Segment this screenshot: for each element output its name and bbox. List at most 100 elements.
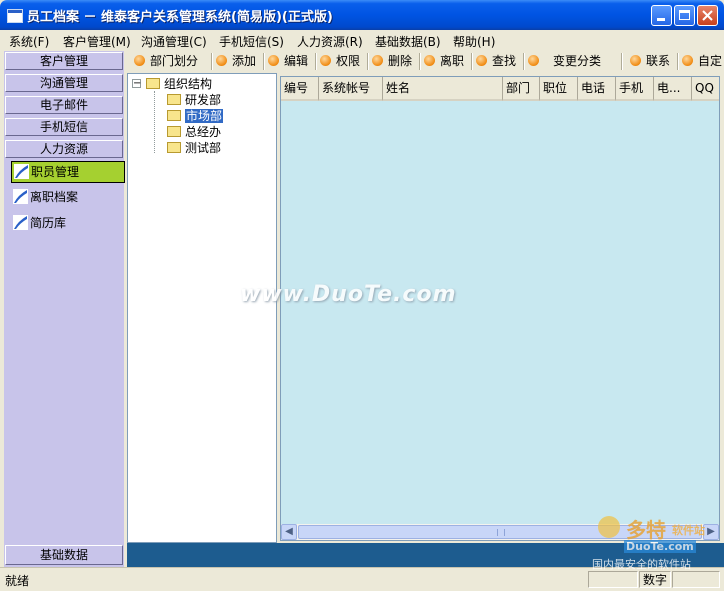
- orange-circle-icon: [134, 55, 145, 66]
- logo-main: 多特: [626, 518, 666, 542]
- tree-guide-line: [154, 91, 155, 153]
- toolbar-separator: [211, 53, 213, 70]
- nav-sub-label: 职员管理: [31, 165, 80, 179]
- watermark-text: www.DuoTe.com: [240, 282, 457, 307]
- logo-sub: 软件站: [672, 524, 705, 537]
- org-tree: − 组织结构 研发部 市场部 总经办 测试部: [127, 73, 277, 543]
- toolbar-edit-button[interactable]: 编辑: [268, 51, 308, 72]
- title-bar[interactable]: 员工档案 － 维泰客户关系管理系统(简易版)(正式版): [0, 0, 724, 30]
- toolbar-separator: [523, 53, 525, 70]
- menu-customer[interactable]: 客户管理(M): [63, 33, 131, 50]
- toolbar-label: 自定: [698, 54, 723, 68]
- toolbar: 部门划分 添加 编辑 权限 删除 离职 查找 变更分类 联系 自定: [128, 51, 724, 73]
- toolbar-label: 删除: [388, 54, 413, 68]
- menu-system[interactable]: 系统(F): [9, 33, 49, 50]
- logo-slogan: 国内最安全的软件站: [592, 558, 691, 571]
- app-icon: [7, 9, 23, 23]
- toolbar-label: 变更分类: [553, 54, 602, 68]
- menu-basedata[interactable]: 基础数据(B): [375, 33, 441, 50]
- tree-node-label: 测试部: [185, 141, 222, 155]
- folder-icon: [167, 94, 181, 105]
- toolbar-resign-button[interactable]: 离职: [424, 51, 464, 72]
- tree-node-rd[interactable]: 研发部: [167, 93, 221, 108]
- menu-bar: 系统(F) 客户管理(M) 沟通管理(C) 手机短信(S) 人力资源(R) 基础…: [0, 30, 724, 50]
- folder-icon: [167, 142, 181, 153]
- toolbar-change-category-button[interactable]: 变更分类: [528, 51, 601, 72]
- column-header-position[interactable]: 职位: [540, 77, 578, 101]
- toolbar-find-button[interactable]: 查找: [476, 51, 516, 72]
- menu-help[interactable]: 帮助(H): [453, 33, 495, 50]
- orange-circle-icon: [268, 55, 279, 66]
- toolbar-label: 添加: [232, 54, 257, 68]
- chevron-left-icon: ◀: [285, 526, 293, 537]
- tree-root[interactable]: − 组织结构: [132, 77, 212, 92]
- collapse-toggle-icon[interactable]: −: [132, 79, 141, 89]
- close-button[interactable]: [697, 5, 718, 26]
- minimize-icon: [657, 18, 665, 21]
- column-header-name[interactable]: 姓名: [383, 77, 503, 101]
- nav-sub-label: 简历库: [30, 216, 67, 230]
- tree-node-label: 总经办: [185, 125, 222, 139]
- toolbar-custom-button[interactable]: 自定: [682, 51, 722, 72]
- minimize-button[interactable]: [651, 5, 672, 26]
- status-text: 就绪: [5, 574, 30, 588]
- left-nav-panel: 客户管理 沟通管理 电子邮件 手机短信 人力资源 职员管理 离职档案 简历库 基…: [4, 51, 125, 567]
- toolbar-permission-button[interactable]: 权限: [320, 51, 360, 72]
- tree-node-label: 研发部: [185, 93, 222, 107]
- nav-resume-library[interactable]: 简历库: [11, 213, 125, 235]
- maximize-button[interactable]: [674, 5, 695, 26]
- toolbar-label: 离职: [440, 54, 465, 68]
- quill-icon: [13, 189, 28, 204]
- nav-customer-management[interactable]: 客户管理: [5, 52, 123, 70]
- nav-resigned-records[interactable]: 离职档案: [11, 187, 125, 209]
- tree-node-marketing[interactable]: 市场部: [167, 109, 224, 124]
- orange-circle-icon: [424, 55, 435, 66]
- toolbar-add-button[interactable]: 添加: [216, 51, 256, 72]
- nav-communication-management[interactable]: 沟通管理: [5, 74, 123, 92]
- staff-grid[interactable]: 编号 系统帐号 姓名 部门 职位 电话 手机 电... QQ: [280, 76, 720, 541]
- column-header-account[interactable]: 系统帐号: [319, 77, 383, 101]
- menu-sms[interactable]: 手机短信(S): [219, 33, 284, 50]
- column-header-mobile[interactable]: 手机: [616, 77, 654, 101]
- folder-icon: [167, 126, 181, 137]
- orange-circle-icon: [320, 55, 331, 66]
- scroll-left-button[interactable]: ◀: [281, 524, 297, 540]
- quill-icon: [13, 215, 28, 230]
- column-header-email[interactable]: 电...: [654, 77, 692, 101]
- folder-icon: [167, 110, 181, 121]
- nav-staff-management[interactable]: 职员管理: [11, 161, 125, 183]
- toolbar-delete-button[interactable]: 删除: [372, 51, 412, 72]
- window-title: 员工档案 － 维泰客户关系管理系统(简易版)(正式版): [27, 10, 333, 25]
- orange-circle-icon: [682, 55, 693, 66]
- quill-icon: [14, 164, 29, 179]
- toolbar-label: 联系: [646, 54, 671, 68]
- toolbar-label: 权限: [336, 54, 361, 68]
- orange-circle-icon: [630, 55, 641, 66]
- toolbar-separator: [621, 53, 623, 70]
- menu-communication[interactable]: 沟通管理(C): [141, 33, 207, 50]
- tree-root-label: 组织结构: [164, 77, 213, 91]
- toolbar-contact-button[interactable]: 联系: [630, 51, 670, 72]
- orange-circle-icon: [476, 55, 487, 66]
- grip-icon: [497, 529, 505, 536]
- column-header-phone[interactable]: 电话: [578, 77, 616, 101]
- column-header-qq[interactable]: QQ: [692, 77, 719, 101]
- toolbar-dept-button[interactable]: 部门划分: [134, 51, 198, 72]
- nav-sms[interactable]: 手机短信: [5, 118, 123, 136]
- orange-circle-icon: [372, 55, 383, 66]
- maximize-icon: [679, 10, 690, 20]
- tree-node-test[interactable]: 测试部: [167, 141, 221, 156]
- watermark-logo: 多特 软件站 DuoTe.com 国内最安全的软件站: [592, 514, 722, 574]
- nav-hr[interactable]: 人力资源: [5, 140, 123, 158]
- nav-email[interactable]: 电子邮件: [5, 96, 123, 114]
- nav-base-data[interactable]: 基础数据: [5, 545, 123, 565]
- column-header-dept[interactable]: 部门: [503, 77, 540, 101]
- tree-node-label: 市场部: [185, 109, 224, 123]
- logo-url: DuoTe.com: [624, 540, 696, 553]
- orange-circle-icon: [528, 55, 539, 66]
- toolbar-separator: [263, 53, 265, 70]
- tree-node-gm-office[interactable]: 总经办: [167, 125, 221, 140]
- menu-hr[interactable]: 人力资源(R): [297, 33, 363, 50]
- toolbar-label: 编辑: [284, 54, 309, 68]
- column-header-id[interactable]: 编号: [281, 77, 319, 101]
